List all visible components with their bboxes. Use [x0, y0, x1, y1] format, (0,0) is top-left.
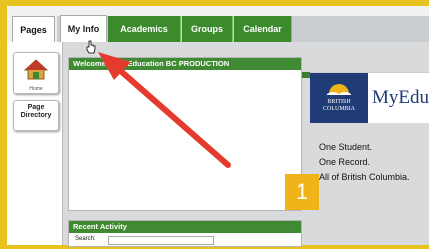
sidebar-page-directory-button[interactable]: Page Directory — [13, 100, 59, 131]
slogan-line-2: One Record. — [319, 157, 371, 167]
highlight-frame-left — [0, 0, 7, 249]
home-icon — [24, 59, 48, 80]
welcome-panel: Welcome to MyEducation BC PRODUCTION — [68, 57, 302, 211]
tab-calendar[interactable]: Calendar — [234, 16, 292, 42]
recent-activity-search-input[interactable] — [108, 236, 214, 245]
welcome-panel-title: Welcome to MyEducation BC PRODUCTION — [69, 58, 301, 70]
tab-pages[interactable]: Pages — [12, 16, 55, 42]
sidebar-home-label: Home — [29, 86, 43, 92]
step-number-badge: 1 — [285, 174, 319, 210]
tab-my-info[interactable]: My Info — [60, 15, 107, 43]
search-label: Search: — [75, 236, 96, 242]
tab-academics[interactable]: Academics — [108, 16, 181, 42]
hand-cursor-icon — [86, 40, 96, 54]
myeducation-banner: BRITISH COLUMBIA MyEdu — [310, 72, 429, 123]
sidebar-home-button[interactable]: Home — [13, 52, 59, 94]
slogan-line-1: One Student. — [319, 142, 373, 152]
sidebar-page-directory-label: Page Directory — [20, 104, 52, 119]
myeducation-wordmark: MyEdu — [372, 87, 429, 108]
bc-logo: BRITISH COLUMBIA — [310, 73, 368, 123]
slogan-line-3: All of British Columbia. — [319, 172, 410, 182]
recent-activity-title: Recent Activity — [69, 221, 301, 233]
bc-province-name: BRITISH COLUMBIA — [322, 99, 355, 112]
bc-sun-icon — [327, 84, 351, 95]
left-sidebar: Home Page Directory — [7, 42, 63, 245]
tab-groups[interactable]: Groups — [182, 16, 233, 42]
